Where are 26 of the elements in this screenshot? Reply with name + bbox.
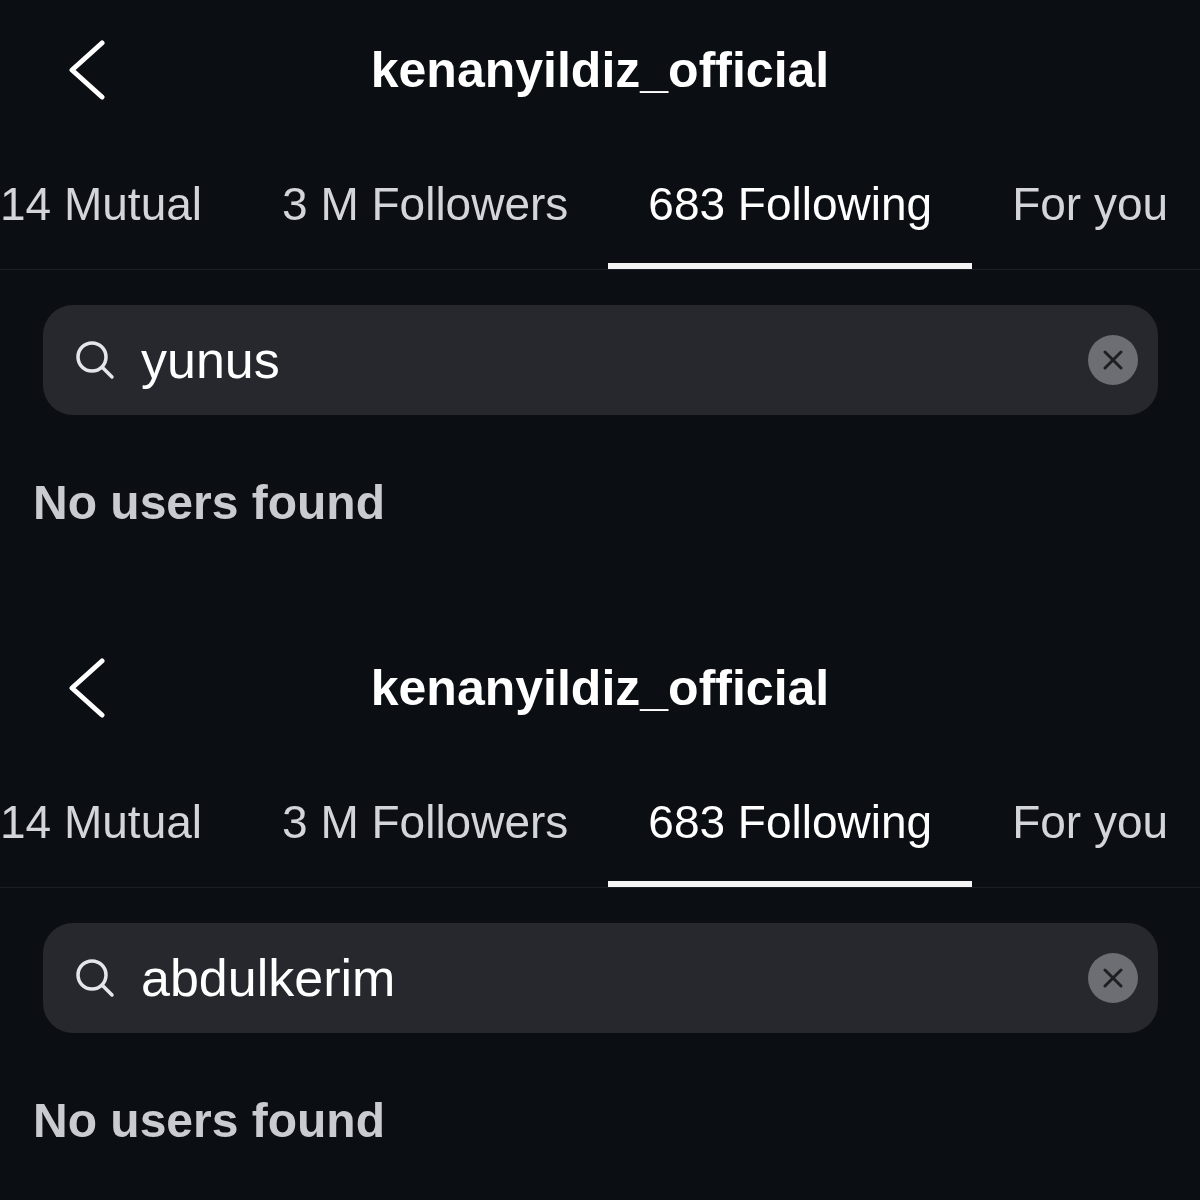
search-icon [75, 958, 115, 998]
tab[interactable]: For you [972, 140, 1200, 269]
search-input[interactable]: abdulkerim [141, 939, 1062, 1017]
search-field[interactable]: yunus [43, 305, 1158, 415]
search-field[interactable]: abdulkerim [43, 923, 1158, 1033]
tab[interactable]: 683 Following [608, 140, 973, 269]
chevron-left-icon [68, 40, 106, 100]
username-title: kenanyildiz_official [370, 663, 830, 713]
tab[interactable]: 3 M Followers [242, 758, 609, 887]
empty-message: No users found [33, 475, 385, 531]
tab[interactable]: 683 Following [608, 758, 973, 887]
tab[interactable]: For you [972, 758, 1200, 887]
empty-message: No users found [33, 1093, 385, 1149]
search-input[interactable]: yunus [141, 321, 1062, 399]
chevron-left-icon [68, 658, 106, 718]
back-button[interactable] [68, 40, 106, 100]
tab[interactable]: 14 Mutual [0, 758, 242, 887]
x-icon [1103, 350, 1123, 370]
tab[interactable]: 3 M Followers [242, 140, 609, 269]
search-icon [75, 340, 115, 380]
back-button[interactable] [68, 658, 106, 718]
clear-button[interactable] [1088, 953, 1138, 1003]
username-title: kenanyildiz_official [370, 45, 830, 95]
clear-button[interactable] [1088, 335, 1138, 385]
tab[interactable]: 14 Mutual [0, 140, 242, 269]
x-icon [1103, 968, 1123, 988]
